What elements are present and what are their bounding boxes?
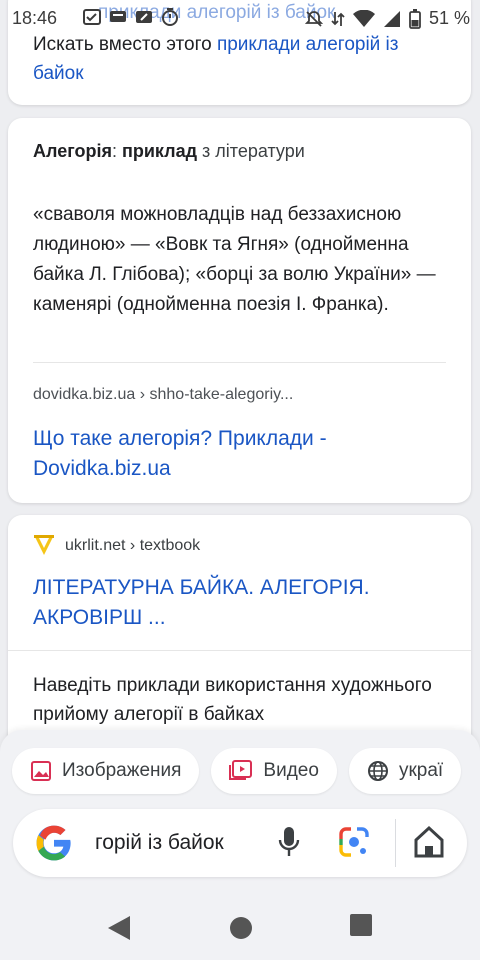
search-bar[interactable]: горій із байок <box>13 809 467 877</box>
search-bar-separator <box>395 819 396 867</box>
mute-icon <box>304 10 323 27</box>
system-indicators: 51 % <box>304 8 470 29</box>
chip-ukrainian-label: украї <box>398 760 444 781</box>
battery-percent: 51 % <box>428 8 470 28</box>
timer-notification-icon <box>160 8 180 26</box>
result-url[interactable]: dovidka.biz.ua › shho-take-alegoriy... <box>33 386 293 404</box>
filter-chips: Изображения Видео украї <box>12 748 462 794</box>
signal-icon <box>383 10 400 27</box>
edit-notification-icon <box>134 8 154 26</box>
search-instead-prefix: Искать вместо этого <box>33 34 217 55</box>
home-nav-icon[interactable] <box>229 914 253 942</box>
search-input[interactable]: горій із байок <box>95 831 255 855</box>
home-icon[interactable] <box>412 824 446 860</box>
search-instead-text: Искать вместо этого приклади алегорій із… <box>33 30 443 88</box>
ukrlit-favicon-icon <box>34 535 54 555</box>
snippet-divider <box>33 362 446 363</box>
recent-apps-icon[interactable] <box>348 912 374 938</box>
chip-video-label: Видео <box>263 760 319 781</box>
result-divider <box>8 650 471 651</box>
result-title-link[interactable]: Що таке алегорія? Приклади - Dovidka.biz… <box>33 424 453 484</box>
image-icon <box>31 761 51 781</box>
wifi-icon <box>352 9 375 27</box>
chip-ukrainian[interactable]: украї <box>348 748 462 794</box>
google-logo-icon <box>36 825 71 861</box>
result-description: Наведіть приклади використання художньог… <box>33 675 432 725</box>
status-time: 18:46 <box>12 8 58 28</box>
chip-images-label: Изображения <box>62 760 182 781</box>
snippet-heading: Алегорія: приклад з літератури <box>33 141 305 162</box>
globe-icon <box>367 761 388 781</box>
microphone-icon[interactable] <box>276 825 302 859</box>
chip-images[interactable]: Изображения <box>12 748 200 794</box>
message-notification-icon <box>108 8 128 26</box>
checkbox-notification-icon <box>82 8 102 26</box>
snippet-head-rest: з літератури <box>197 141 305 161</box>
android-navigation-bar <box>0 900 480 960</box>
notification-icons <box>82 8 180 26</box>
back-icon[interactable] <box>106 914 132 942</box>
snippet-quote: «сваволя можновладців над беззахисною лю… <box>33 204 436 315</box>
snippet-term-example: приклад <box>121 141 198 161</box>
featured-snippet-card: Алегорія: приклад з літератури «сваволя … <box>8 118 471 503</box>
data-arrows-icon <box>331 11 345 26</box>
bottom-search-panel: Изображения Видео украї горій із байок <box>0 730 480 900</box>
battery-icon <box>409 8 421 29</box>
search-query-text: горій із байок <box>95 831 224 854</box>
video-icon <box>229 760 253 780</box>
result-title-link[interactable]: ЛІТЕРАТУРНА БАЙКА. АЛЕГОРІЯ. АКРОВІРШ ..… <box>33 573 453 633</box>
snippet-term-allegory: Алегорія <box>33 141 112 161</box>
snippet-colon: : <box>111 141 122 161</box>
status-bar: приклади алегорій із байок 18:46 51 % <box>0 0 480 34</box>
chip-video[interactable]: Видео <box>211 748 337 794</box>
google-lens-icon[interactable] <box>337 825 371 859</box>
result-url[interactable]: ukrlit.net › textbook <box>65 537 200 555</box>
